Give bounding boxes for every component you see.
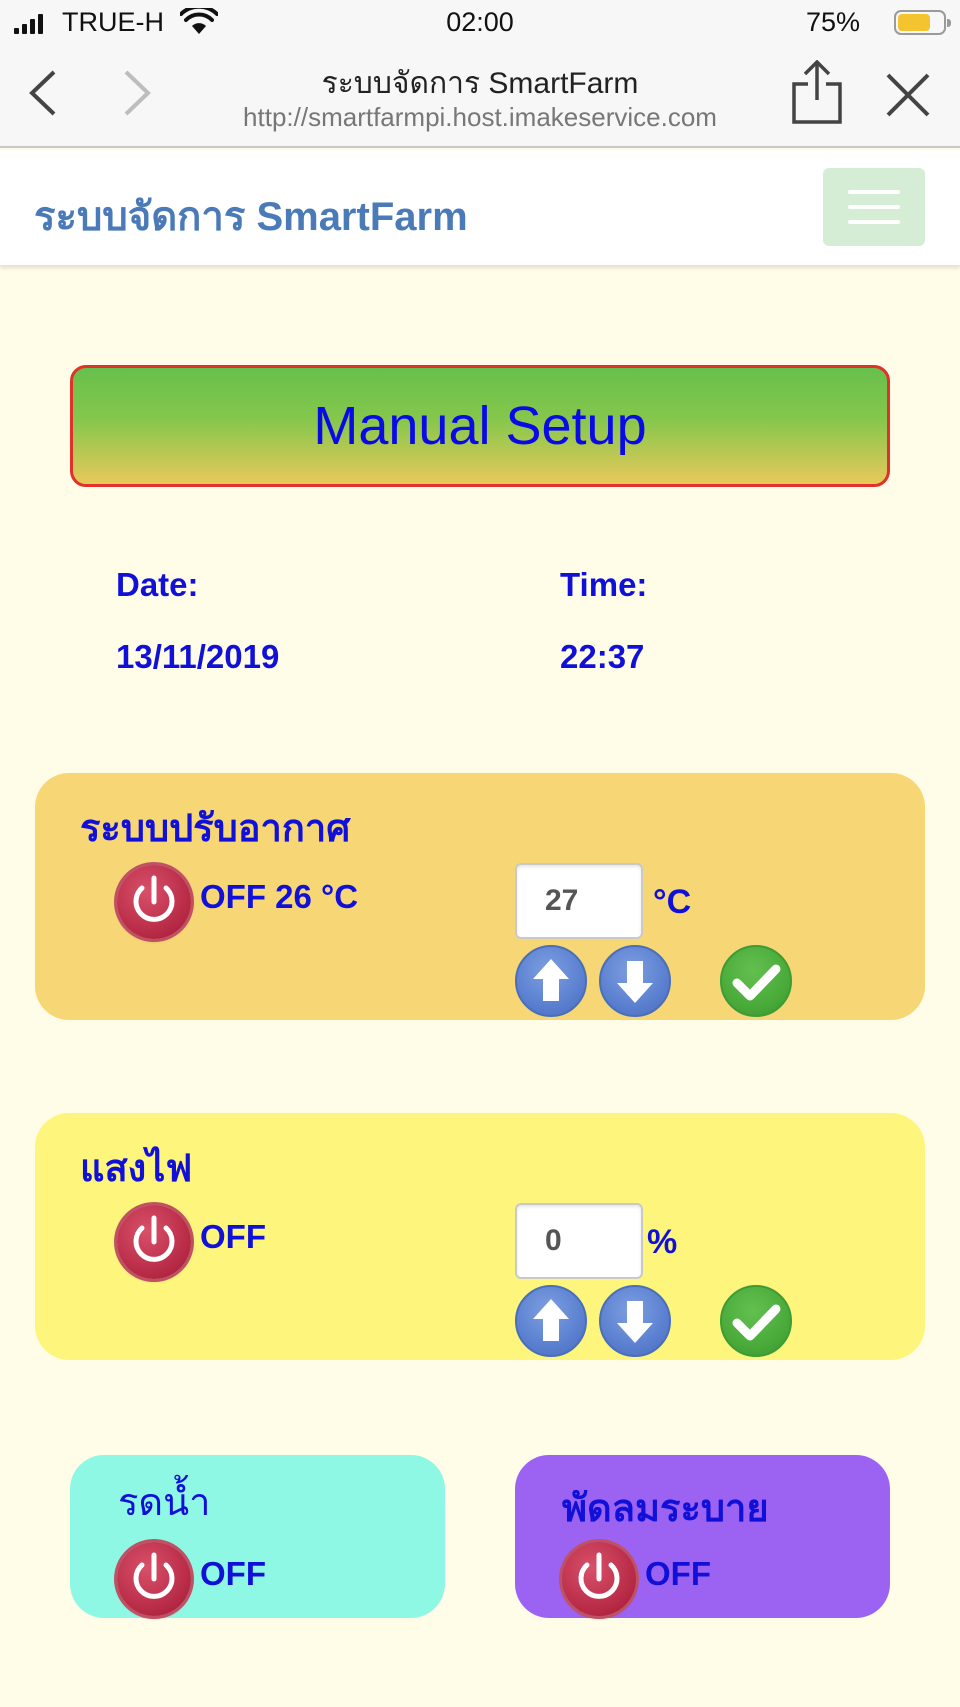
watering-power-button[interactable] [117, 1542, 191, 1616]
share-icon[interactable] [790, 60, 844, 124]
lighting-setpoint-input[interactable] [515, 1203, 643, 1279]
lighting-power-button[interactable] [117, 1205, 191, 1279]
date-value: 13/11/2019 [116, 638, 280, 675]
air-conditioner-status: OFF 26 °C [200, 878, 359, 915]
check-icon [732, 964, 781, 1001]
banner-title: Manual Setup [313, 396, 647, 456]
manual-setup-banner: Manual Setup [70, 365, 890, 487]
time-label: Time: [560, 566, 648, 603]
lighting-panel: แสงไฟ OFF % [35, 1113, 925, 1360]
watering-status: OFF [200, 1555, 266, 1592]
air-conditioner-setpoint-input[interactable] [515, 863, 643, 939]
exhaust-fan-panel: พัดลมระบาย OFF [515, 1455, 890, 1618]
browser-toolbar: ระบบจัดการ SmartFarm http://smartfarmpi.… [0, 46, 960, 148]
exhaust-fan-title: พัดลมระบาย [562, 1488, 769, 1530]
exhaust-fan-status: OFF [645, 1555, 711, 1592]
brand-title[interactable]: ระบบจัดการ SmartFarm [34, 184, 468, 248]
power-icon [578, 1552, 620, 1599]
lighting-unit: % [647, 1223, 678, 1261]
arrow-up-icon [533, 959, 569, 1001]
air-conditioner-unit: °C [653, 883, 692, 921]
air-conditioner-confirm-button[interactable] [720, 945, 792, 1017]
arrow-up-icon [533, 1299, 569, 1341]
status-bar: TRUE-H 02:00 75% [0, 0, 960, 46]
watering-panel: รดน้ำ OFF [70, 1455, 445, 1618]
app-navbar: ระบบจัดการ SmartFarm [0, 150, 960, 266]
check-icon [732, 1304, 781, 1341]
lighting-increase-button[interactable] [515, 1285, 587, 1357]
close-icon[interactable] [885, 72, 931, 118]
battery-icon [894, 10, 951, 35]
power-icon [133, 1552, 175, 1599]
battery-percent: 75% [805, 7, 860, 37]
watering-title: รดน้ำ [118, 1482, 211, 1524]
menu-toggle-button[interactable] [823, 168, 925, 246]
exhaust-fan-power-button[interactable] [562, 1542, 636, 1616]
date-label: Date: [116, 566, 199, 603]
power-icon [133, 1215, 175, 1262]
lighting-confirm-button[interactable] [720, 1285, 792, 1357]
time-value: 22:37 [560, 638, 645, 675]
arrow-down-icon [617, 961, 653, 1003]
arrow-down-icon [617, 1301, 653, 1343]
air-conditioner-decrease-button[interactable] [599, 945, 671, 1017]
lighting-status: OFF [200, 1218, 266, 1255]
lighting-title: แสงไฟ [80, 1148, 193, 1190]
lighting-decrease-button[interactable] [599, 1285, 671, 1357]
air-conditioner-increase-button[interactable] [515, 945, 587, 1017]
air-conditioner-panel: ระบบปรับอากาศ OFF 26 °C °C [35, 773, 925, 1020]
air-conditioner-power-button[interactable] [117, 865, 191, 939]
air-conditioner-title: ระบบปรับอากาศ [80, 808, 351, 850]
power-icon [133, 875, 175, 922]
